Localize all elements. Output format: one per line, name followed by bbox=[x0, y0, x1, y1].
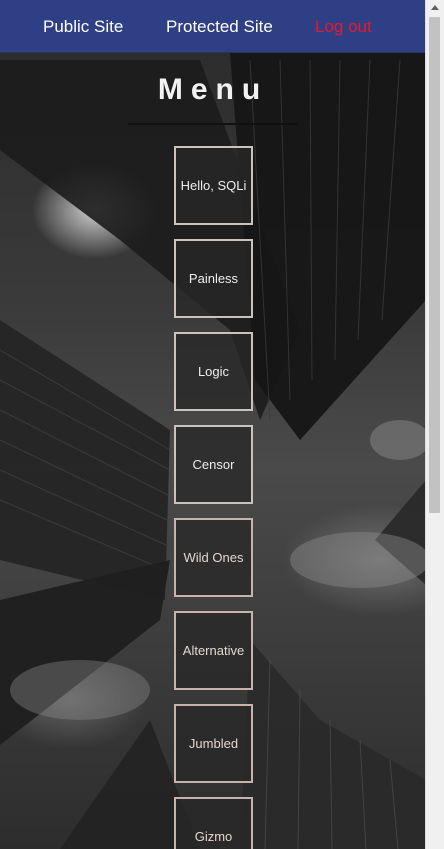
menu-item-hello-sqli[interactable]: Hello, SQLi bbox=[174, 146, 253, 225]
menu-item-painless[interactable]: Painless bbox=[174, 239, 253, 318]
scrollbar-thumb[interactable] bbox=[429, 17, 440, 513]
vertical-scrollbar[interactable] bbox=[425, 0, 444, 849]
menu-item-wild-ones[interactable]: Wild Ones bbox=[174, 518, 253, 597]
nav-public-site-link[interactable]: Public Site bbox=[43, 17, 123, 37]
menu-item-alternative[interactable]: Alternative bbox=[174, 611, 253, 690]
page: Public Site Protected Site Log out Menu … bbox=[0, 0, 444, 849]
menu-item-censor[interactable]: Censor bbox=[174, 425, 253, 504]
scroll-up-arrow-icon[interactable] bbox=[426, 0, 444, 16]
menu-item-logic[interactable]: Logic bbox=[174, 332, 253, 411]
menu-item-jumbled[interactable]: Jumbled bbox=[174, 704, 253, 783]
nav-logout-link[interactable]: Log out bbox=[315, 17, 372, 37]
menu-title: Menu bbox=[157, 73, 269, 106]
menu-item-gizmo[interactable]: Gizmo bbox=[174, 797, 253, 849]
menu-title-underline bbox=[128, 123, 298, 125]
top-navbar: Public Site Protected Site Log out bbox=[0, 0, 426, 53]
nav-protected-site-link[interactable]: Protected Site bbox=[166, 17, 273, 37]
